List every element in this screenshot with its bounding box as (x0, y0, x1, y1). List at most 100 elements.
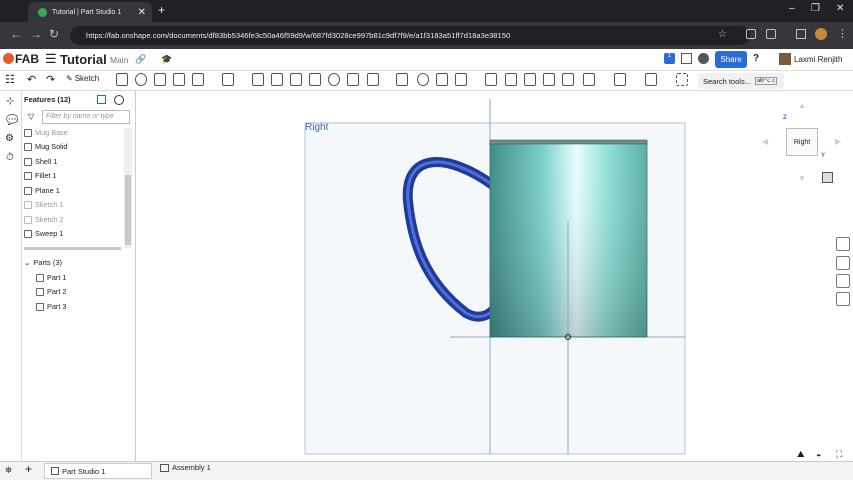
model-canvas[interactable] (136, 91, 853, 461)
puzzle-icon[interactable] (766, 29, 776, 39)
rotate-right-arrow-icon[interactable]: ▶ (835, 137, 841, 146)
view-options-cube-icon[interactable] (822, 172, 833, 183)
filter-icon[interactable]: ▽ (28, 112, 34, 121)
configurations-icon[interactable]: ⚙ (5, 133, 14, 144)
fillet-icon[interactable] (222, 73, 234, 86)
undo-icon[interactable]: ↶ (27, 73, 36, 86)
measure-icon[interactable] (836, 274, 850, 288)
hole-icon[interactable] (328, 73, 340, 86)
delete-part-icon[interactable] (485, 73, 497, 86)
minimize-button[interactable]: – (789, 3, 795, 14)
close-window-button[interactable]: ✕ (836, 3, 844, 14)
forward-icon[interactable]: → (30, 27, 42, 41)
part-item[interactable]: Part 3 (36, 302, 66, 311)
mate-connector-icon[interactable] (614, 73, 626, 86)
boolean-icon[interactable] (417, 73, 429, 86)
variable-icon[interactable] (645, 73, 657, 86)
view-toggle-icon[interactable]: ⛰ (797, 449, 805, 460)
section-view-icon[interactable] (836, 292, 850, 306)
insert-feature-icon[interactable]: ⊹ (6, 96, 14, 107)
part-item[interactable]: Part 2 (36, 287, 66, 296)
feature-list-toggle-icon[interactable]: ☷ (5, 73, 15, 86)
browser-menu-icon[interactable]: ⋮ (837, 27, 848, 40)
shell-icon[interactable] (309, 73, 321, 86)
feature-scrollbar-thumb[interactable] (125, 175, 131, 245)
view-cube[interactable]: Right (786, 128, 818, 156)
thicken-icon[interactable] (192, 73, 204, 86)
close-tab-icon[interactable]: ✕ (138, 7, 146, 18)
extension-icon[interactable] (746, 29, 756, 39)
chamfer-icon[interactable] (252, 73, 264, 86)
thread-icon[interactable] (347, 73, 359, 86)
revolve-icon[interactable] (135, 73, 147, 86)
tab-part-studio[interactable]: Part Studio 1 (44, 463, 152, 479)
feature-item[interactable]: Plane 1 (24, 186, 60, 195)
maximize-button[interactable]: ❐ (811, 3, 820, 14)
user-avatar[interactable] (779, 53, 791, 65)
help-circle-icon[interactable] (698, 53, 709, 64)
parts-header[interactable]: ⌄ Parts (3) (24, 258, 62, 267)
back-icon[interactable]: ← (10, 27, 22, 41)
draft-icon[interactable] (271, 73, 283, 86)
browser-tab[interactable]: Tutorial | Part Studio 1 ✕ (28, 2, 152, 22)
feature-item[interactable]: Sketch 1 (24, 200, 63, 209)
horizontal-scrollbar[interactable] (24, 247, 121, 250)
plane-icon[interactable] (583, 73, 595, 86)
pattern-icon[interactable] (367, 73, 379, 86)
sweep-icon[interactable] (154, 73, 166, 86)
document-title[interactable]: Tutorial (60, 52, 107, 67)
sketch-button[interactable]: ✎ Sketch (66, 74, 99, 83)
link-icon[interactable]: 🔗 (135, 54, 146, 65)
zoom-fit-icon[interactable]: ⛶ (836, 449, 842, 460)
redo-icon[interactable]: ↷ (46, 73, 55, 86)
branch-label[interactable]: Main (110, 55, 128, 65)
app-logo-text[interactable]: FAB (15, 52, 39, 66)
add-custom-feature-icon[interactable] (676, 73, 688, 86)
feature-item[interactable]: Sketch 2 (24, 215, 63, 224)
rotate-down-arrow-icon[interactable]: ▼ (798, 174, 806, 183)
help-menu-icon[interactable]: ? (753, 53, 759, 64)
render-mode-icon[interactable]: ◒ (816, 449, 821, 459)
profile-avatar[interactable] (815, 28, 827, 40)
apps-icon[interactable] (681, 53, 692, 64)
bookmark-star-icon[interactable]: ☆ (718, 29, 727, 40)
tab-assembly[interactable]: Assembly 1 (160, 463, 211, 472)
extrude-icon[interactable] (116, 73, 128, 86)
new-tab-button[interactable]: + (158, 3, 165, 17)
replace-face-icon[interactable] (543, 73, 555, 86)
loft-icon[interactable] (173, 73, 185, 86)
history-icon[interactable]: ⏱ (6, 152, 14, 163)
document-menu-icon[interactable]: ☰ (45, 51, 57, 67)
modify-fillet-icon[interactable] (505, 73, 517, 86)
sidepanel-icon[interactable] (796, 29, 806, 39)
mirror-icon[interactable] (396, 73, 408, 86)
tab-manager-icon[interactable]: ⛯ (5, 465, 12, 476)
feature-item[interactable]: Sweep 1 (24, 229, 63, 238)
search-tools-field[interactable]: Search tools... alt/⌥ c (698, 73, 784, 89)
feature-item[interactable]: Fillet 1 (24, 171, 57, 180)
notifications-icon[interactable]: 1 (664, 53, 675, 64)
display-states-icon[interactable] (836, 256, 850, 270)
offset-surface-icon[interactable] (562, 73, 574, 86)
add-folder-icon[interactable] (97, 95, 106, 104)
rib-icon[interactable] (290, 73, 302, 86)
reload-icon[interactable]: ↻ (49, 27, 59, 41)
rotate-left-arrow-icon[interactable]: ◀ (762, 137, 768, 146)
move-face-icon[interactable] (524, 73, 536, 86)
rotate-up-arrow-icon[interactable]: ▲ (798, 101, 806, 110)
comment-icon[interactable]: 💬 (6, 115, 18, 126)
appearance-icon[interactable] (836, 237, 850, 251)
split-icon[interactable] (436, 73, 448, 86)
user-name[interactable]: Laxmi Renjith (794, 55, 842, 64)
feature-item[interactable]: Mug Solid (24, 142, 67, 151)
add-tab-button[interactable]: + (25, 462, 32, 476)
url-field[interactable]: https://fab.onshape.com/documents/df83bb… (70, 26, 750, 45)
share-button[interactable]: Share (715, 51, 747, 68)
feature-item[interactable]: Mug Base (24, 128, 68, 137)
part-item[interactable]: Part 1 (36, 273, 66, 282)
rollback-icon[interactable] (114, 95, 124, 105)
transform-icon[interactable] (455, 73, 467, 86)
feature-filter-input[interactable]: Filter by name or type (42, 110, 130, 124)
learning-icon[interactable]: 🎓 (161, 54, 172, 65)
feature-item[interactable]: Shell 1 (24, 157, 57, 166)
